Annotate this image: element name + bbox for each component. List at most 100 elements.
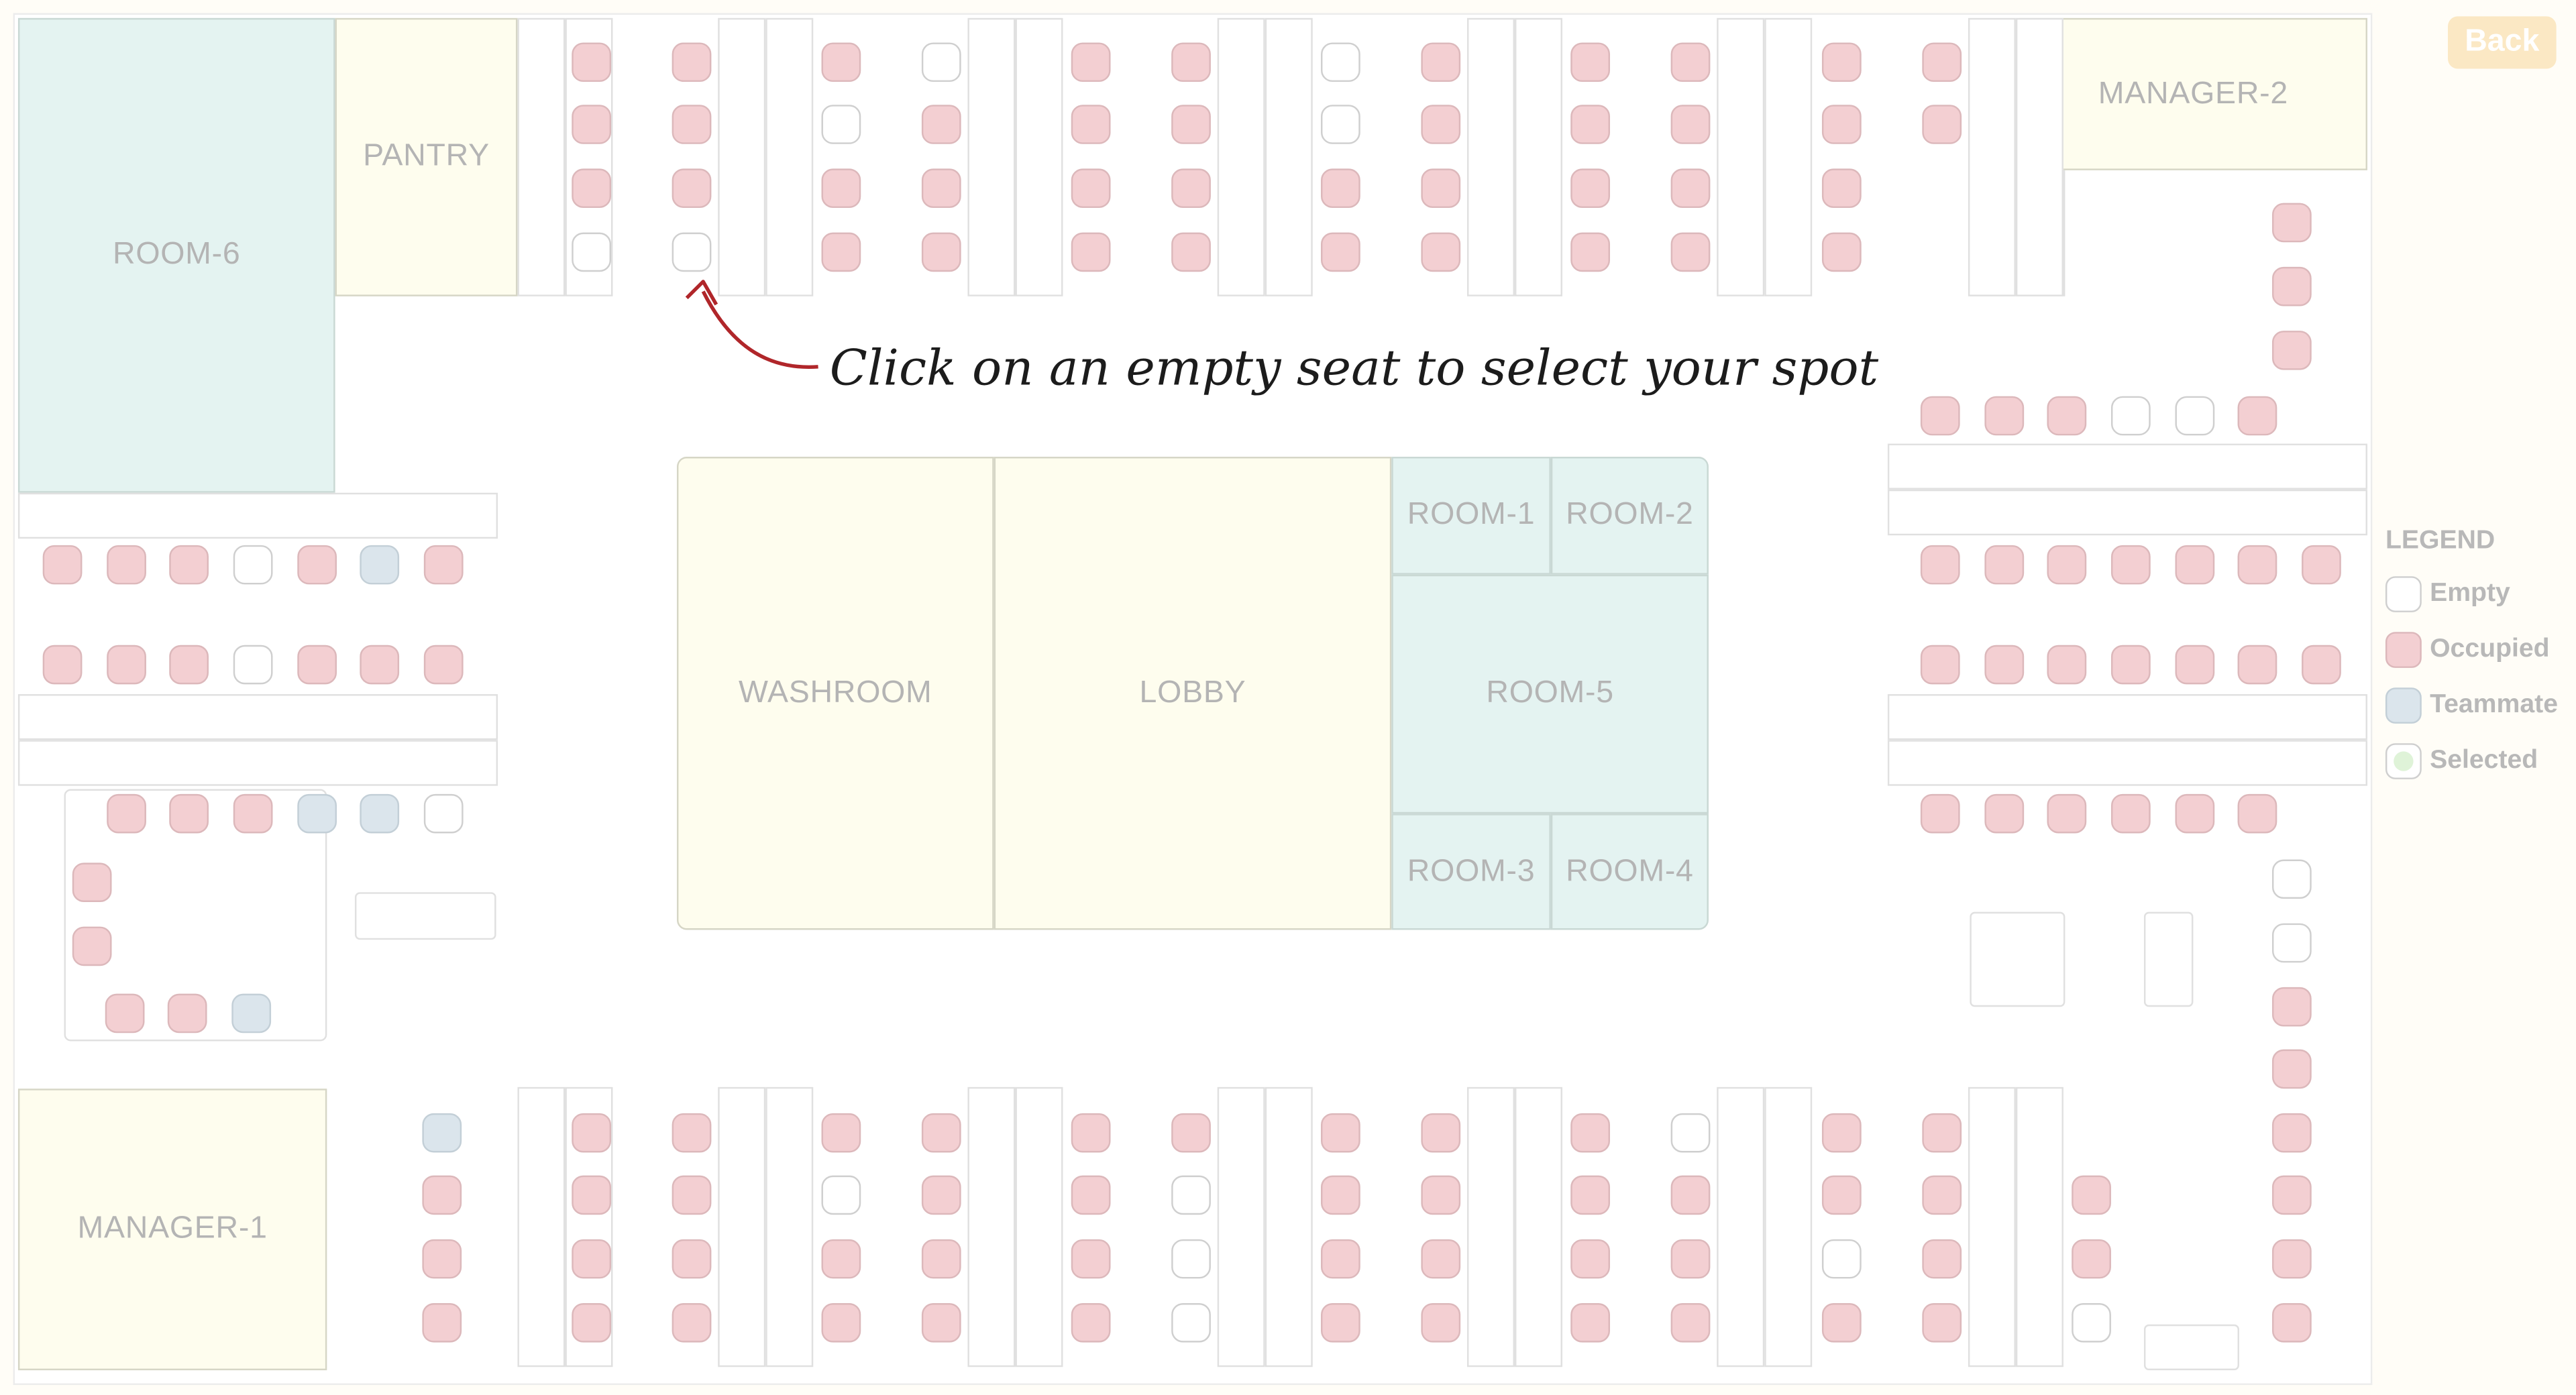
seat-occupied xyxy=(921,1239,961,1279)
seat-occupied xyxy=(1821,42,1862,82)
legend: LEGEND Empty Occupied Teammate Selected xyxy=(2385,527,2558,789)
room-5[interactable]: ROOM-5 xyxy=(1391,574,1709,814)
seat-occupied xyxy=(1821,1303,1862,1343)
legend-label: Teammate xyxy=(2430,691,2559,719)
seat-occupied xyxy=(42,545,83,585)
seat-occupied xyxy=(2271,1049,2312,1089)
room-3[interactable]: ROOM-3 xyxy=(1391,814,1551,930)
seat-occupied xyxy=(422,1303,462,1343)
seat-occupied xyxy=(672,168,712,209)
seat-empty[interactable] xyxy=(1821,1239,1862,1279)
back-button[interactable]: Back xyxy=(2448,16,2557,69)
seat-occupied xyxy=(1320,1175,1360,1215)
seat-occupied xyxy=(1421,168,1461,209)
seat-occupied xyxy=(1670,232,1711,272)
desk xyxy=(1514,1086,1562,1368)
seat-empty[interactable] xyxy=(921,42,961,82)
seat-occupied xyxy=(572,1303,612,1343)
desk xyxy=(718,1086,766,1368)
seat-occupied xyxy=(2047,793,2087,834)
seat-occupied xyxy=(1421,1175,1461,1215)
seat-occupied xyxy=(672,1113,712,1153)
seat-occupied xyxy=(572,168,612,209)
seat-occupied xyxy=(1670,1239,1711,1279)
seat-occupied xyxy=(2271,987,2312,1027)
seat-empty[interactable] xyxy=(1320,105,1360,144)
seat-occupied xyxy=(1922,1239,1962,1279)
seat-empty[interactable] xyxy=(1171,1239,1211,1279)
seat-occupied xyxy=(1071,168,1111,209)
room-6[interactable]: ROOM-6 xyxy=(17,17,335,493)
seat-occupied xyxy=(107,645,146,685)
seat-occupied xyxy=(2237,545,2277,585)
desk xyxy=(17,492,498,539)
seat-empty[interactable] xyxy=(1320,42,1360,82)
seat-occupied xyxy=(360,645,400,685)
seat-occupied xyxy=(2047,396,2087,436)
seat-occupied xyxy=(921,1113,961,1153)
seat-occupied xyxy=(921,1175,961,1215)
seat-empty[interactable] xyxy=(821,1175,861,1215)
room-4[interactable]: ROOM-4 xyxy=(1550,814,1709,930)
seat-empty[interactable] xyxy=(423,793,464,834)
seat-empty[interactable] xyxy=(672,232,712,272)
desk xyxy=(517,1086,566,1368)
empty-swatch xyxy=(2385,576,2422,612)
seat-occupied xyxy=(297,545,337,585)
seat-occupied xyxy=(921,168,961,209)
seat-empty[interactable] xyxy=(1670,1113,1711,1153)
manager-1-label: MANAGER-1 xyxy=(77,1211,268,1246)
desk xyxy=(765,17,814,296)
seat-empty[interactable] xyxy=(2271,923,2312,963)
seat-occupied xyxy=(572,105,612,144)
seat-occupied xyxy=(1570,42,1611,82)
seat-occupied xyxy=(2271,266,2312,306)
pantry: PANTRY xyxy=(335,17,518,296)
seat-empty[interactable] xyxy=(2110,396,2151,436)
seat-occupied xyxy=(572,42,612,82)
desk xyxy=(765,1086,814,1368)
seat-occupied xyxy=(2175,645,2215,685)
room-1[interactable]: ROOM-1 xyxy=(1391,457,1551,575)
seat-occupied xyxy=(2047,645,2087,685)
seat-occupied xyxy=(1421,1239,1461,1279)
seat-empty[interactable] xyxy=(572,232,612,272)
seat-occupied xyxy=(1984,545,2025,585)
seat-teammate xyxy=(422,1113,462,1153)
seat-empty[interactable] xyxy=(1171,1175,1211,1215)
room-2[interactable]: ROOM-2 xyxy=(1550,457,1709,575)
desk xyxy=(2015,17,2063,296)
manager-2-label: MANAGER-2 xyxy=(2098,76,2289,111)
washroom: WASHROOM xyxy=(676,457,994,930)
side-table xyxy=(354,892,496,940)
seat-occupied xyxy=(1421,1113,1461,1153)
seat-occupied xyxy=(672,105,712,144)
seat-empty[interactable] xyxy=(2072,1303,2111,1343)
seat-occupied xyxy=(1922,105,1962,144)
desk xyxy=(1887,740,2368,786)
seat-occupied xyxy=(2302,645,2341,685)
legend-item-selected: Selected xyxy=(2385,734,2558,789)
desk xyxy=(718,17,766,296)
desk xyxy=(517,17,566,296)
seat-empty[interactable] xyxy=(2271,859,2312,899)
desk xyxy=(1217,1086,1265,1368)
desk xyxy=(967,1086,1016,1368)
seat-occupied xyxy=(2237,645,2277,685)
seat-occupied xyxy=(1421,105,1461,144)
seat-empty[interactable] xyxy=(2175,396,2215,436)
seat-occupied xyxy=(1670,1175,1711,1215)
desk xyxy=(1265,17,1313,296)
seat-empty[interactable] xyxy=(1171,1303,1211,1343)
seat-occupied xyxy=(1920,545,1960,585)
seat-occupied xyxy=(1922,1175,1962,1215)
seat-occupied xyxy=(821,1303,861,1343)
desk xyxy=(1887,489,2368,536)
seat-occupied xyxy=(821,232,861,272)
seat-empty[interactable] xyxy=(233,545,273,585)
desk xyxy=(17,693,498,740)
desk xyxy=(1968,1086,2016,1368)
seat-occupied xyxy=(1570,232,1611,272)
seat-empty[interactable] xyxy=(233,645,273,685)
seat-empty[interactable] xyxy=(821,105,861,144)
